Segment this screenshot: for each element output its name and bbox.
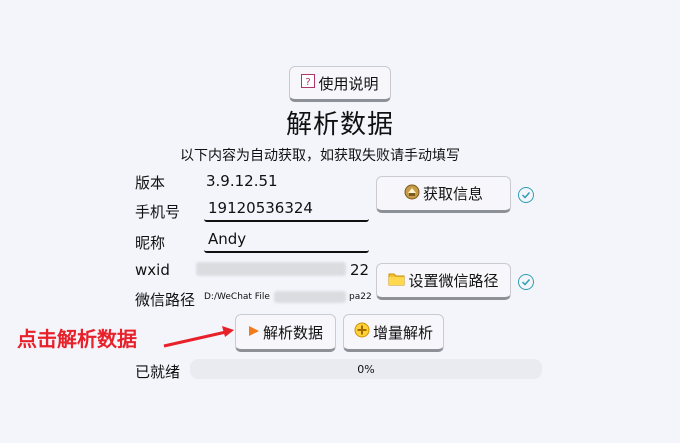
nickname-field[interactable]: Andy (204, 227, 369, 253)
play-icon (248, 323, 260, 341)
wxid-redaction (196, 262, 346, 276)
wechat-path-label: 微信路径 (135, 291, 196, 309)
incremental-parse-button-label: 增量解析 (372, 323, 433, 342)
annotation-text: 点击解析数据 (17, 327, 137, 351)
incremental-parse-button[interactable]: 增量解析 (343, 314, 444, 352)
set-wechat-path-button[interactable]: 设置微信路径 (376, 263, 511, 300)
path-check-icon (518, 274, 534, 290)
phone-field[interactable]: 19120536324 (204, 196, 369, 222)
wechat-path-prefix: D:/WeChat File (204, 292, 270, 302)
page-title: 解析数据 (286, 110, 395, 140)
get-info-button[interactable]: 获取信息 (376, 176, 511, 213)
wxid-suffix: 22 (350, 261, 370, 279)
help-button[interactable]: ? 使用说明 (289, 66, 391, 102)
phone-label: 手机号 (135, 203, 181, 221)
version-value: 3.9.12.51 (206, 172, 278, 190)
wechat-path-redaction (274, 291, 346, 303)
incremental-icon (354, 322, 370, 342)
info-check-icon (518, 187, 534, 203)
version-label: 版本 (135, 174, 166, 192)
annotation-arrow (163, 326, 234, 348)
folder-icon (388, 272, 405, 290)
status-label: 已就绪 (135, 363, 181, 381)
help-icon: ? (301, 74, 316, 92)
nickname-label: 昵称 (135, 234, 166, 252)
page-subtitle: 以下内容为自动获取，如获取失败请手动填写 (180, 148, 460, 164)
progress-text: 0% (357, 362, 375, 376)
progress-bar: 0% (190, 359, 542, 379)
parse-data-button-label: 解析数据 (262, 323, 323, 342)
get-info-button-label: 获取信息 (422, 185, 483, 203)
wxid-label: wxid (135, 261, 170, 279)
get-info-icon (404, 184, 420, 204)
svg-text:?: ? (306, 77, 311, 88)
parse-data-button[interactable]: 解析数据 (235, 314, 336, 352)
help-button-label: 使用说明 (318, 74, 379, 93)
wechat-path-suffix: pa22 (349, 292, 372, 302)
set-wechat-path-button-label: 设置微信路径 (408, 272, 499, 290)
